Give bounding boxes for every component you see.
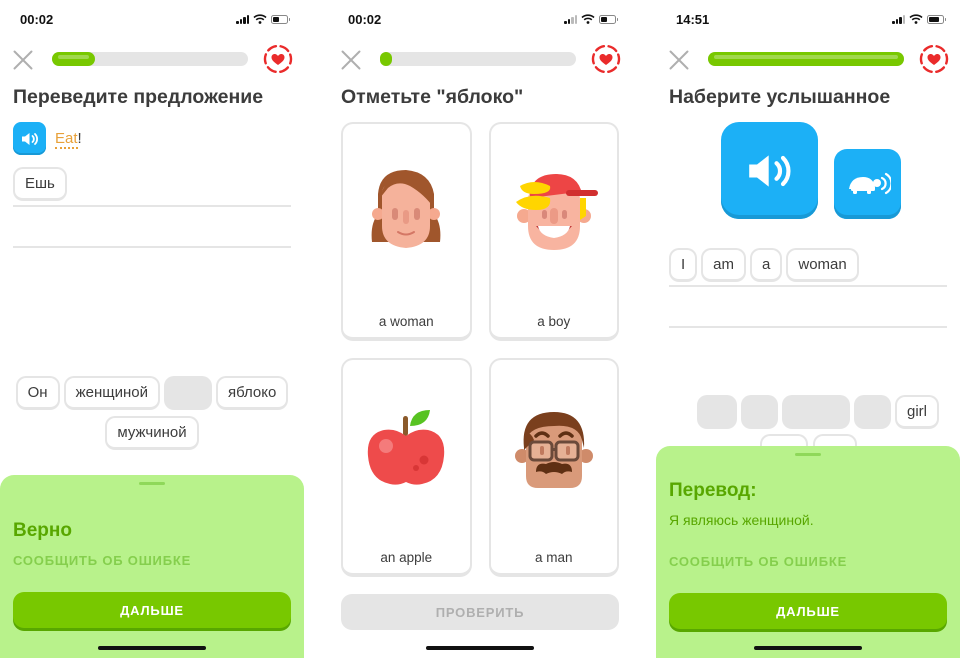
word-bank-tile-used: Ешь [163,376,212,410]
sheet-handle[interactable] [795,453,821,456]
play-audio-button[interactable] [13,122,46,155]
cellular-signal-icon [892,14,905,24]
word-bank-tile-used: I [696,395,737,429]
wifi-icon [581,14,595,24]
answer-line [669,285,947,287]
speaker-icon [21,132,38,145]
image-choices: a woman a boy an apple a man [341,122,619,577]
home-indicator [426,646,534,650]
answer-area: I am a woman [669,248,859,282]
choice-card-apple[interactable]: an apple [341,358,472,577]
turtle-speaker-icon [848,172,891,195]
progress-fill [708,52,904,66]
wifi-icon [909,14,923,24]
status-time: 14:51 [676,11,710,27]
exercise-title: Отметьте "яблоко" [341,86,524,108]
feedback-headline: Верно [13,520,72,541]
status-bar: 00:02 [20,11,290,27]
man-illustration [514,412,593,488]
choice-label: a man [534,550,573,565]
cellular-signal-icon [236,14,249,24]
answer-tile[interactable]: woman [786,248,859,282]
report-error-link[interactable]: СООБЩИТЬ ОБ ОШИБКЕ [669,554,847,569]
progress-fill [380,52,392,66]
answer-tile[interactable]: am [701,248,747,282]
prompt-sentence: Eat! [13,122,82,155]
continue-button[interactable]: ДАЛЬШЕ [669,593,947,629]
choice-label: a boy [537,314,571,329]
battery-icon [599,14,618,24]
exercise-title: Наберите услышанное [669,86,891,108]
answer-line [669,326,947,328]
word-bank: Он женщиной Ешь яблоко мужчиной [0,376,304,450]
health-heart-icon[interactable] [918,43,950,75]
choice-card-woman[interactable]: a woman [341,122,472,341]
answer-line [13,205,291,207]
screen-type-what-you-hear: 14:51 Наберите услышанное I am a woman g… [656,0,960,658]
lesson-progress-bar [708,52,904,66]
check-button-disabled[interactable]: ПРОВЕРИТЬ [341,594,619,630]
apple-illustration [368,410,445,485]
word-bank-tile[interactable]: Он [15,376,60,410]
close-icon[interactable] [340,48,362,70]
choice-card-man[interactable]: a man [488,358,619,577]
sheet-handle[interactable] [139,482,165,485]
choice-label: an apple [380,550,433,565]
woman-illustration [371,170,441,248]
word-bank-tile-used: a [853,395,891,429]
home-indicator [754,646,862,650]
feedback-headline: Перевод: [669,480,757,501]
answer-tile[interactable]: I [669,248,698,282]
home-indicator [98,646,206,650]
cellular-signal-icon [564,14,577,24]
audio-controls [656,122,960,219]
answer-area: Ешь [13,167,67,201]
choice-label: a woman [378,314,434,329]
screen-translate-sentence: 00:02 Переведите предложение Eat! Ешь Он… [0,0,304,658]
close-icon[interactable] [668,48,690,70]
continue-button[interactable]: ДАЛЬШЕ [13,592,291,628]
close-icon[interactable] [12,48,34,70]
feedback-sheet: Перевод: Я являюсь женщиной. СООБЩИТЬ ОБ… [656,446,960,658]
word-bank-tile[interactable]: мужчиной [105,416,199,450]
choice-card-boy[interactable]: a boy [488,122,619,341]
boy-illustration [515,174,598,250]
feedback-sheet: Верно СООБЩИТЬ ОБ ОШИБКЕ ДАЛЬШЕ [0,475,304,658]
lesson-progress-bar [380,52,576,66]
status-time: 00:02 [348,11,382,27]
play-slow-audio-button[interactable] [834,149,901,219]
screen-select-image: 00:02 Отметьте "яблоко" a woman a boy an… [328,0,632,658]
speaker-icon [748,154,790,187]
lesson-progress-bar [52,52,248,66]
prompt-word[interactable]: Eat! [55,130,82,149]
play-audio-button[interactable] [721,122,818,219]
battery-icon [927,14,946,24]
answer-tile[interactable]: Ешь [13,167,67,201]
word-bank: I am woman a girl [656,395,960,429]
progress-fill [52,52,96,66]
status-time: 00:02 [20,11,54,27]
word-bank-tile[interactable]: яблоко [215,376,289,410]
word-bank-tile[interactable]: girl [894,395,939,429]
report-error-link[interactable]: СООБЩИТЬ ОБ ОШИБКЕ [13,553,191,568]
answer-tile[interactable]: a [750,248,783,282]
health-heart-icon[interactable] [590,43,622,75]
answer-line [13,246,291,248]
word-bank-tile-used: am [740,395,778,429]
battery-icon [271,14,290,24]
correct-translation: Я являюсь женщиной. [669,512,814,528]
health-heart-icon[interactable] [262,43,294,75]
wifi-icon [253,14,267,24]
word-bank-tile-used: woman [781,395,850,429]
status-bar: 14:51 [676,11,946,27]
exercise-title: Переведите предложение [13,86,264,108]
status-bar: 00:02 [348,11,618,27]
word-bank-tile[interactable]: женщиной [63,376,160,410]
